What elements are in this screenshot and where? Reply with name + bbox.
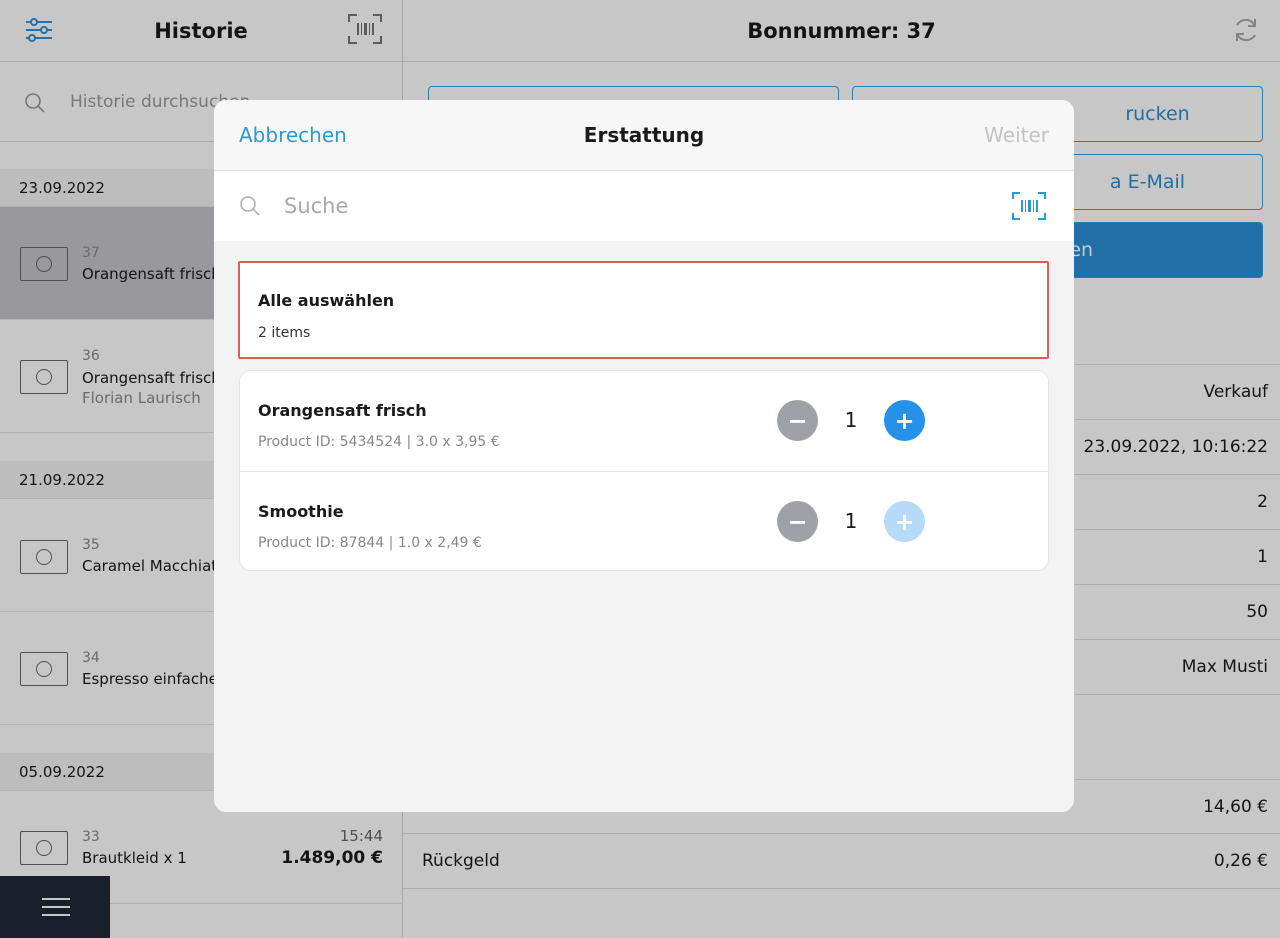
select-all-count: 2 items [258,325,311,341]
modal-header: Abbrechen Erstattung Weiter [214,100,1074,171]
product-name: Smoothie [258,502,344,521]
product-details: Product ID: 5434524 | 3.0 x 3,95 € [258,434,500,450]
quantity-value: 1 [844,509,858,533]
search-placeholder: Suche [284,194,349,218]
refund-modal: Abbrechen Erstattung Weiter Suche Alle a… [214,100,1074,812]
select-all-row[interactable]: Alle auswählen 2 items [238,261,1049,359]
modal-title: Erstattung [583,123,705,147]
select-all-label: Alle auswählen [258,291,395,310]
product-search[interactable]: Suche [214,171,1074,241]
increase-quantity-button[interactable]: + [884,501,925,542]
product-details: Product ID: 87844 | 1.0 x 2,49 € [258,535,482,551]
list-item[interactable]: Orangensaft frisch Product ID: 5434524 |… [240,371,1050,471]
list-item[interactable]: Smoothie Product ID: 87844 | 1.0 x 2,49 … [240,471,1050,571]
next-button[interactable]: Weiter [984,123,1049,147]
search-icon [240,196,260,216]
decrease-quantity-button[interactable]: − [777,400,818,441]
refund-items-list: Orangensaft frisch Product ID: 5434524 |… [239,370,1050,571]
quantity-value: 1 [844,408,858,432]
decrease-quantity-button[interactable]: − [777,501,818,542]
product-name: Orangensaft frisch [258,401,427,420]
increase-quantity-button[interactable]: + [884,400,925,441]
barcode-scan-icon[interactable] [1012,192,1046,220]
